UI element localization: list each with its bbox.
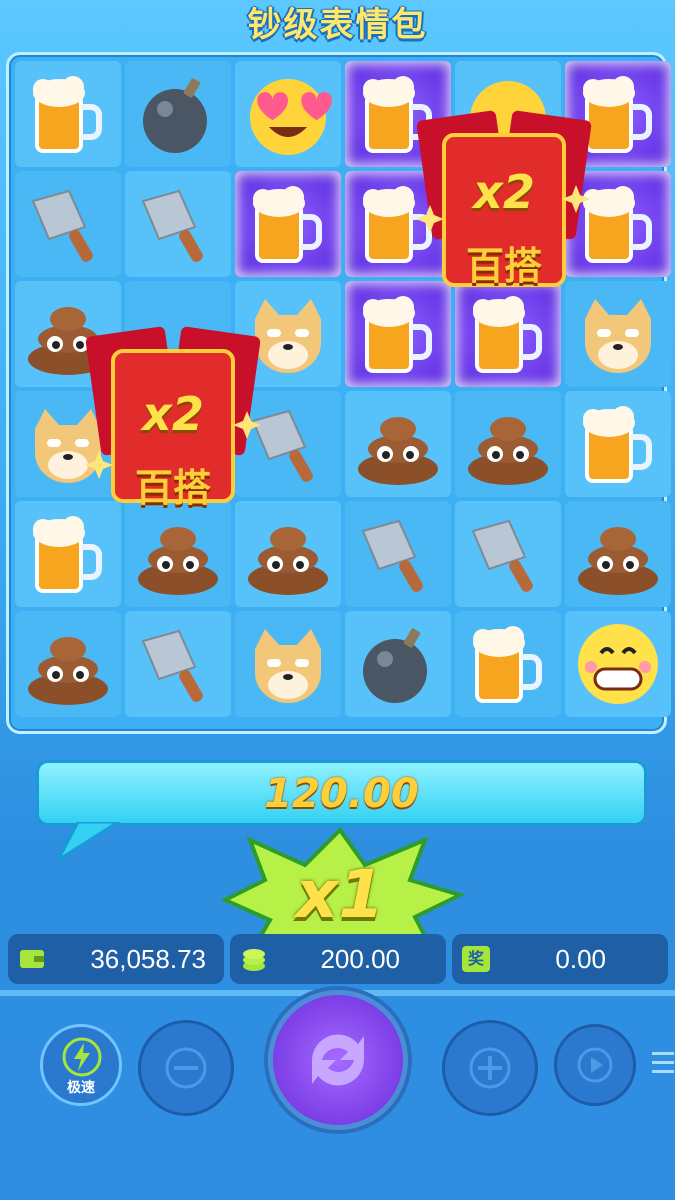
- multiplier-badge-value: x2: [142, 387, 204, 441]
- reel-cell-highlighted: [235, 171, 341, 277]
- slot-board: x2 百搭 x2 百搭: [6, 52, 671, 734]
- increase-bet-button[interactable]: [442, 1020, 538, 1116]
- beer-mug-icon: [583, 406, 652, 483]
- multiplier-badge-value: x2: [473, 165, 535, 219]
- reel-cell: [15, 61, 121, 167]
- poop-emoji-icon: [578, 527, 658, 595]
- menu-icon: [652, 1052, 674, 1073]
- beer-mug-icon: [253, 186, 322, 263]
- decrease-bet-button[interactable]: [138, 1020, 234, 1116]
- reel-cell: [235, 61, 341, 167]
- poop-emoji-icon: [468, 417, 548, 485]
- cleaver-icon: [471, 519, 533, 592]
- beer-mug-icon: [473, 626, 542, 703]
- spin-icon: [312, 1034, 364, 1086]
- win-amount: 120.00: [264, 771, 419, 817]
- turbo-label: 极速: [67, 1080, 95, 1096]
- reel-cell: [345, 501, 451, 607]
- reel-cell: [455, 501, 561, 607]
- autoplay-button[interactable]: [554, 1024, 636, 1106]
- poop-emoji-icon: [358, 417, 438, 485]
- bet-value: 200.00: [320, 944, 400, 974]
- reel-cell: [565, 391, 671, 497]
- play-icon: [577, 1047, 613, 1083]
- cleaver-icon: [361, 519, 423, 592]
- spin-button[interactable]: [268, 990, 408, 1130]
- win-value: 0.00: [555, 944, 606, 974]
- reel-cell: [125, 171, 231, 277]
- balance-value: 36,058.73: [90, 944, 206, 974]
- win-icon: 奖: [462, 946, 490, 972]
- bomb-icon: [363, 628, 427, 703]
- doge-emoji-icon: [255, 629, 321, 703]
- minus-icon: [165, 1047, 207, 1089]
- reel-cell: [15, 611, 121, 717]
- wild-label: 百搭: [134, 466, 211, 510]
- reel-cell: [455, 391, 561, 497]
- coin-stack-icon: [243, 949, 265, 971]
- speech-tail-icon: [58, 822, 121, 862]
- game-title: 钞级表情包: [247, 5, 428, 45]
- heart-eyes-emoji-icon: [250, 79, 332, 155]
- balance-panel: 36,058.73: [8, 934, 224, 984]
- bet-panel: 200.00: [230, 934, 446, 984]
- win-amount-bar: 120.00: [36, 760, 647, 826]
- wild-multiplier-badge: x2 百搭: [414, 95, 594, 315]
- reel-cell: [565, 611, 671, 717]
- cleaver-icon: [31, 189, 93, 262]
- turbo-button[interactable]: 极速: [40, 1024, 122, 1106]
- bomb-icon: [143, 78, 207, 153]
- lightning-icon: [62, 1037, 102, 1077]
- plus-icon: [469, 1047, 511, 1089]
- poop-emoji-icon: [28, 637, 108, 705]
- grin-emoji-icon: [578, 624, 658, 704]
- reel-cell: [345, 611, 451, 717]
- reel-cell: [235, 611, 341, 717]
- reel-cell: [565, 501, 671, 607]
- cleaver-icon: [141, 629, 203, 702]
- beer-mug-icon: [33, 76, 102, 153]
- win-panel: 奖 0.00: [452, 934, 668, 984]
- cleaver-icon: [141, 189, 203, 262]
- menu-button[interactable]: [652, 1050, 674, 1076]
- wild-multiplier-badge: x2 百搭: [83, 311, 263, 531]
- reel-cell: [15, 171, 121, 277]
- wallet-icon: [20, 950, 44, 968]
- reel-cell: [125, 611, 231, 717]
- reel-cell: [125, 61, 231, 167]
- reel-cell: [455, 611, 561, 717]
- reel-cell: [345, 391, 451, 497]
- wild-label: 百搭: [465, 244, 542, 288]
